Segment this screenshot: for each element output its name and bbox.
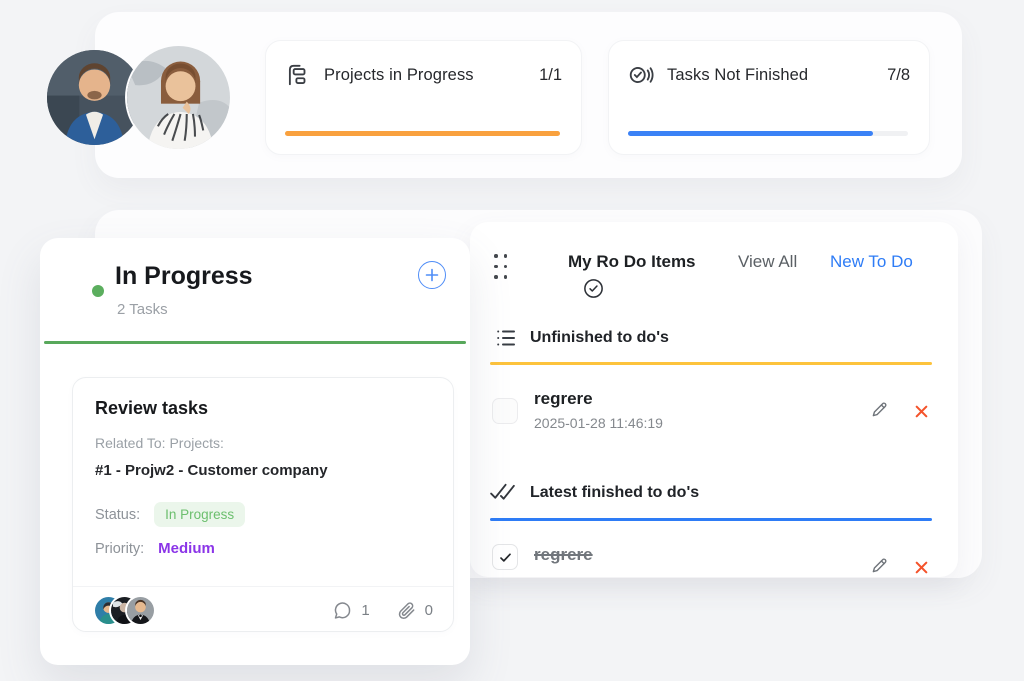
task-card[interactable]: Review tasks Related To: Projects: #1 - … bbox=[72, 377, 454, 632]
progress-fill bbox=[628, 131, 873, 136]
task-comments: 1 bbox=[332, 600, 369, 621]
radar-check-icon bbox=[628, 62, 654, 88]
unfinished-section-underline bbox=[490, 362, 932, 365]
column-underline bbox=[44, 341, 466, 344]
unfinished-section-title: Unfinished to do's bbox=[530, 329, 669, 347]
comments-count: 1 bbox=[361, 602, 369, 619]
todo-checkbox-unchecked[interactable] bbox=[492, 398, 518, 424]
edit-finished-todo-button[interactable] bbox=[869, 555, 890, 576]
delete-todo-button[interactable] bbox=[911, 401, 932, 422]
plus-icon bbox=[425, 268, 439, 282]
pencil-icon bbox=[869, 555, 890, 576]
view-all-link[interactable]: View All bbox=[738, 252, 797, 272]
task-assignees[interactable] bbox=[95, 597, 154, 624]
add-task-button[interactable] bbox=[418, 261, 446, 289]
task-title: Review tasks bbox=[95, 398, 208, 419]
todo-widget: My Ro Do Items View All New To Do Unfini… bbox=[470, 222, 958, 577]
female-avatar-illustration bbox=[127, 46, 230, 149]
chat-bubble-icon bbox=[332, 600, 353, 621]
task-related-value: #1 - Projw2 - Customer company bbox=[95, 462, 328, 479]
stat-card-projects: Projects in Progress 1/1 bbox=[265, 40, 582, 155]
bullet-list-icon bbox=[494, 326, 518, 350]
double-check-icon bbox=[488, 480, 517, 502]
x-icon bbox=[911, 401, 932, 422]
x-icon bbox=[911, 557, 932, 577]
pencil-icon bbox=[869, 399, 890, 420]
stat-label: Projects in Progress bbox=[324, 66, 526, 85]
dashboard-page: Projects in Progress 1/1 Tasks Not Finis… bbox=[0, 0, 1024, 681]
task-priority-value: Medium bbox=[158, 540, 215, 557]
team-avatar-female[interactable] bbox=[127, 46, 230, 149]
new-todo-link[interactable]: New To Do bbox=[830, 252, 913, 272]
task-related-label: Related To: Projects: bbox=[95, 435, 224, 451]
column-status-dot bbox=[92, 285, 104, 297]
delete-finished-todo-button[interactable] bbox=[911, 557, 932, 577]
todo-widget-title: My Ro Do Items bbox=[568, 252, 696, 272]
column-task-count: 2 Tasks bbox=[117, 301, 168, 318]
stat-card-tasks: Tasks Not Finished 7/8 bbox=[608, 40, 930, 155]
todo-item-title: regrere bbox=[534, 389, 593, 409]
drag-handle-dots-icon[interactable] bbox=[494, 254, 507, 279]
kanban-column-in-progress: In Progress 2 Tasks Review tasks Related… bbox=[40, 238, 470, 665]
stat-label: Tasks Not Finished bbox=[667, 66, 874, 85]
check-icon bbox=[498, 550, 513, 565]
progress-fill bbox=[285, 131, 560, 136]
task-status-badge: In Progress bbox=[154, 502, 245, 527]
todo-item-timestamp: 2025-01-28 11:46:19 bbox=[534, 415, 663, 431]
column-title: In Progress bbox=[115, 262, 253, 291]
circled-check-icon bbox=[582, 277, 605, 300]
edit-todo-button[interactable] bbox=[869, 399, 890, 420]
task-priority-label: Priority: bbox=[95, 541, 144, 557]
finished-section-underline bbox=[490, 518, 932, 521]
stat-value: 1/1 bbox=[539, 66, 562, 85]
progress-track bbox=[628, 131, 908, 136]
assignee-avatar bbox=[127, 597, 154, 624]
gantt-chart-icon bbox=[285, 62, 311, 88]
task-footer-divider bbox=[73, 586, 453, 587]
finished-item-title: regrere bbox=[534, 545, 593, 565]
stat-value: 7/8 bbox=[887, 66, 910, 85]
paperclip-icon bbox=[396, 600, 417, 621]
todo-checkbox-checked[interactable] bbox=[492, 544, 518, 570]
finished-section-title: Latest finished to do's bbox=[530, 484, 699, 502]
task-status-label: Status: bbox=[95, 507, 140, 523]
attachments-count: 0 bbox=[425, 602, 433, 619]
task-attachments: 0 bbox=[396, 600, 433, 621]
progress-track bbox=[285, 131, 560, 136]
